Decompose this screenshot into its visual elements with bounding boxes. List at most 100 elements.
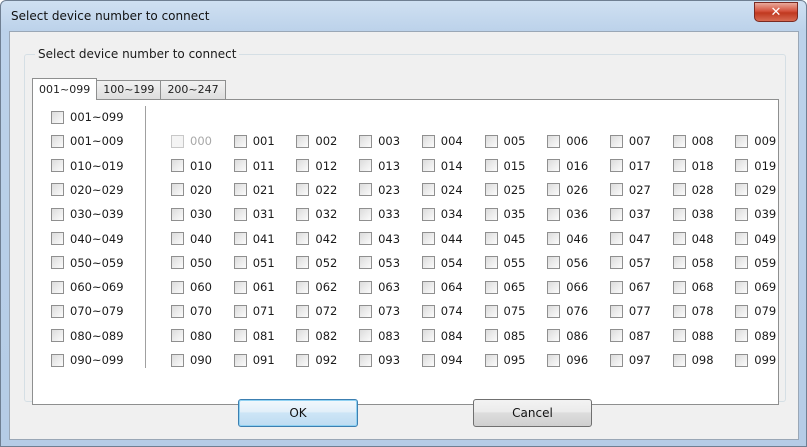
checkbox-box[interactable] [359, 280, 373, 294]
device-checkbox-021[interactable]: 021 [233, 182, 275, 198]
checkbox-box[interactable] [735, 353, 749, 367]
device-checkbox-051[interactable]: 051 [233, 255, 275, 271]
device-checkbox-046[interactable]: 046 [547, 231, 588, 247]
checkbox-box[interactable] [296, 329, 310, 343]
range-checkbox[interactable]: 020~029 [51, 182, 124, 198]
device-checkbox-056[interactable]: 056 [547, 255, 588, 271]
device-checkbox-033[interactable]: 033 [359, 206, 400, 222]
device-checkbox-049[interactable]: 049 [735, 231, 776, 247]
device-checkbox-001[interactable]: 001 [233, 133, 275, 149]
device-checkbox-084[interactable]: 084 [421, 328, 463, 344]
tab-2[interactable]: 200~247 [160, 80, 226, 100]
checkbox-box[interactable] [51, 304, 64, 318]
checkbox-box[interactable] [609, 183, 623, 197]
checkbox-box[interactable] [735, 280, 749, 294]
device-checkbox-065[interactable]: 065 [484, 279, 525, 295]
checkbox-box[interactable] [233, 134, 247, 148]
cancel-button[interactable]: Cancel [473, 399, 592, 427]
checkbox-box[interactable] [233, 280, 247, 294]
device-checkbox-083[interactable]: 083 [359, 328, 400, 344]
device-checkbox-036[interactable]: 036 [547, 206, 588, 222]
checkbox-box[interactable] [735, 134, 749, 148]
checkbox-box[interactable] [51, 232, 64, 245]
device-checkbox-064[interactable]: 064 [421, 279, 463, 295]
device-checkbox-082[interactable]: 082 [296, 328, 337, 344]
device-checkbox-077[interactable]: 077 [609, 303, 651, 319]
device-checkbox-063[interactable]: 063 [359, 279, 400, 295]
checkbox-box[interactable] [609, 304, 623, 318]
checkbox-box[interactable] [735, 304, 749, 318]
checkbox-box[interactable] [296, 159, 310, 173]
device-checkbox-038[interactable]: 038 [672, 206, 714, 222]
checkbox-box[interactable] [171, 256, 184, 270]
range-checkbox[interactable]: 010~019 [51, 158, 124, 174]
range-checkbox[interactable]: 070~079 [51, 303, 124, 319]
checkbox-box[interactable] [547, 329, 561, 343]
device-checkbox-078[interactable]: 078 [672, 303, 714, 319]
checkbox-box[interactable] [171, 329, 184, 343]
checkbox-box[interactable] [609, 280, 623, 294]
device-checkbox-040[interactable]: 040 [171, 231, 212, 247]
device-checkbox-073[interactable]: 073 [359, 303, 400, 319]
device-checkbox-007[interactable]: 007 [609, 133, 651, 149]
device-checkbox-031[interactable]: 031 [233, 206, 275, 222]
device-checkbox-080[interactable]: 080 [171, 328, 212, 344]
checkbox-box[interactable] [547, 183, 561, 197]
checkbox-box[interactable] [484, 280, 498, 294]
device-checkbox-019[interactable]: 019 [735, 158, 776, 174]
checkbox-box[interactable] [359, 353, 373, 367]
checkbox-box[interactable] [51, 353, 64, 367]
device-checkbox-039[interactable]: 039 [735, 206, 776, 222]
checkbox-box[interactable] [51, 110, 64, 124]
checkbox-box[interactable] [421, 256, 435, 270]
device-checkbox-053[interactable]: 053 [359, 255, 400, 271]
title-bar[interactable]: Select device number to connect ✕ [1, 1, 806, 31]
device-checkbox-017[interactable]: 017 [609, 158, 651, 174]
checkbox-box[interactable] [51, 183, 64, 197]
device-checkbox-012[interactable]: 012 [296, 158, 337, 174]
checkbox-box[interactable] [672, 304, 686, 318]
device-checkbox-081[interactable]: 081 [233, 328, 275, 344]
device-checkbox-002[interactable]: 002 [296, 133, 337, 149]
device-checkbox-013[interactable]: 013 [359, 158, 400, 174]
checkbox-box[interactable] [609, 159, 623, 173]
checkbox-box[interactable] [296, 304, 310, 318]
device-checkbox-091[interactable]: 091 [233, 352, 275, 368]
close-button[interactable]: ✕ [754, 2, 798, 22]
checkbox-box[interactable] [672, 183, 686, 197]
device-checkbox-005[interactable]: 005 [484, 133, 525, 149]
checkbox-box[interactable] [735, 183, 749, 197]
checkbox-box[interactable] [51, 280, 64, 294]
device-checkbox-008[interactable]: 008 [672, 133, 714, 149]
checkbox-box[interactable] [359, 183, 373, 197]
checkbox-box[interactable] [296, 353, 310, 367]
device-checkbox-093[interactable]: 093 [359, 352, 400, 368]
device-checkbox-045[interactable]: 045 [484, 231, 525, 247]
device-checkbox-079[interactable]: 079 [735, 303, 776, 319]
device-checkbox-087[interactable]: 087 [609, 328, 651, 344]
device-checkbox-092[interactable]: 092 [296, 352, 337, 368]
ok-button[interactable]: OK [238, 399, 358, 427]
checkbox-box[interactable] [421, 183, 435, 197]
device-checkbox-069[interactable]: 069 [735, 279, 776, 295]
checkbox-box[interactable] [359, 207, 373, 221]
device-checkbox-099[interactable]: 099 [735, 352, 776, 368]
checkbox-box[interactable] [547, 353, 561, 367]
checkbox-box[interactable] [421, 207, 435, 221]
checkbox-box[interactable] [735, 159, 749, 173]
checkbox-box[interactable] [421, 329, 435, 343]
tab-1[interactable]: 100~199 [96, 80, 162, 100]
device-checkbox-020[interactable]: 020 [171, 182, 212, 198]
device-checkbox-014[interactable]: 014 [421, 158, 463, 174]
device-checkbox-070[interactable]: 070 [171, 303, 212, 319]
checkbox-box[interactable] [171, 159, 184, 173]
device-checkbox-024[interactable]: 024 [421, 182, 463, 198]
device-checkbox-089[interactable]: 089 [735, 328, 776, 344]
checkbox-box[interactable] [359, 232, 373, 245]
checkbox-box[interactable] [672, 159, 686, 173]
device-checkbox-061[interactable]: 061 [233, 279, 275, 295]
device-checkbox-062[interactable]: 062 [296, 279, 337, 295]
device-checkbox-042[interactable]: 042 [296, 231, 337, 247]
device-checkbox-054[interactable]: 054 [421, 255, 463, 271]
checkbox-box[interactable] [609, 134, 623, 148]
